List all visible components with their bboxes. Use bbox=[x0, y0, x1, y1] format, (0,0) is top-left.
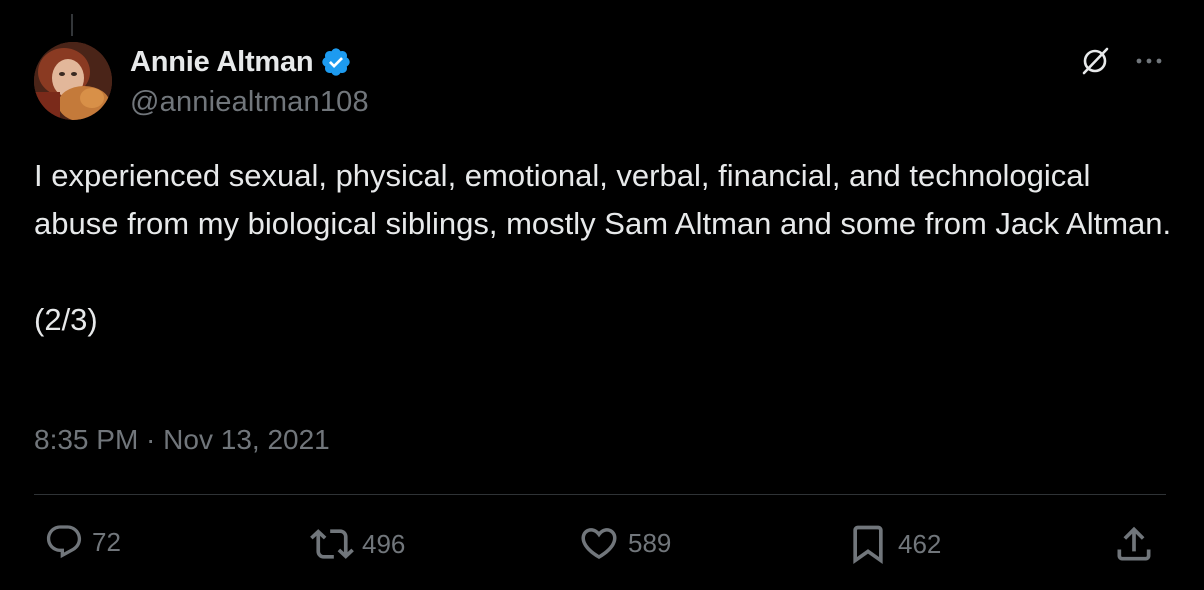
bookmark-count: 462 bbox=[898, 528, 942, 559]
reply-count: 72 bbox=[92, 526, 121, 557]
verified-badge-icon bbox=[322, 48, 351, 76]
grok-icon[interactable] bbox=[1080, 46, 1110, 76]
avatar[interactable] bbox=[34, 42, 112, 120]
like-button[interactable]: 589 bbox=[578, 522, 671, 564]
tweet-time[interactable]: 8:35 PM bbox=[34, 424, 138, 455]
more-icon[interactable] bbox=[1134, 46, 1164, 76]
reply-button[interactable]: 72 bbox=[44, 522, 121, 562]
author-name[interactable]: Annie Altman bbox=[130, 46, 314, 79]
share-icon bbox=[1117, 526, 1151, 561]
repost-count: 496 bbox=[362, 528, 406, 559]
heart-icon bbox=[581, 528, 617, 560]
share-button[interactable] bbox=[1112, 522, 1156, 566]
bookmark-button[interactable]: 462 bbox=[846, 522, 941, 566]
repost-icon bbox=[310, 529, 354, 559]
like-count: 589 bbox=[628, 527, 672, 558]
avatar-photo-icon bbox=[34, 42, 112, 120]
top-actions bbox=[1080, 46, 1164, 76]
bookmark-icon bbox=[853, 525, 883, 565]
reply-icon bbox=[46, 525, 82, 559]
divider bbox=[34, 494, 1166, 495]
thread-line bbox=[71, 14, 73, 36]
repost-button[interactable]: 496 bbox=[310, 522, 405, 566]
author-block: Annie Altman @anniealtman108 bbox=[130, 44, 369, 119]
meta-separator: · bbox=[138, 424, 164, 455]
action-bar: 72 496 589 462 bbox=[40, 522, 1164, 568]
tweet-meta: 8:35 PM · Nov 13, 2021 bbox=[34, 424, 330, 456]
tweet-date[interactable]: Nov 13, 2021 bbox=[163, 424, 330, 455]
tweet-text: I experienced sexual, physical, emotiona… bbox=[34, 158, 1172, 337]
author-handle[interactable]: @anniealtman108 bbox=[130, 86, 369, 119]
